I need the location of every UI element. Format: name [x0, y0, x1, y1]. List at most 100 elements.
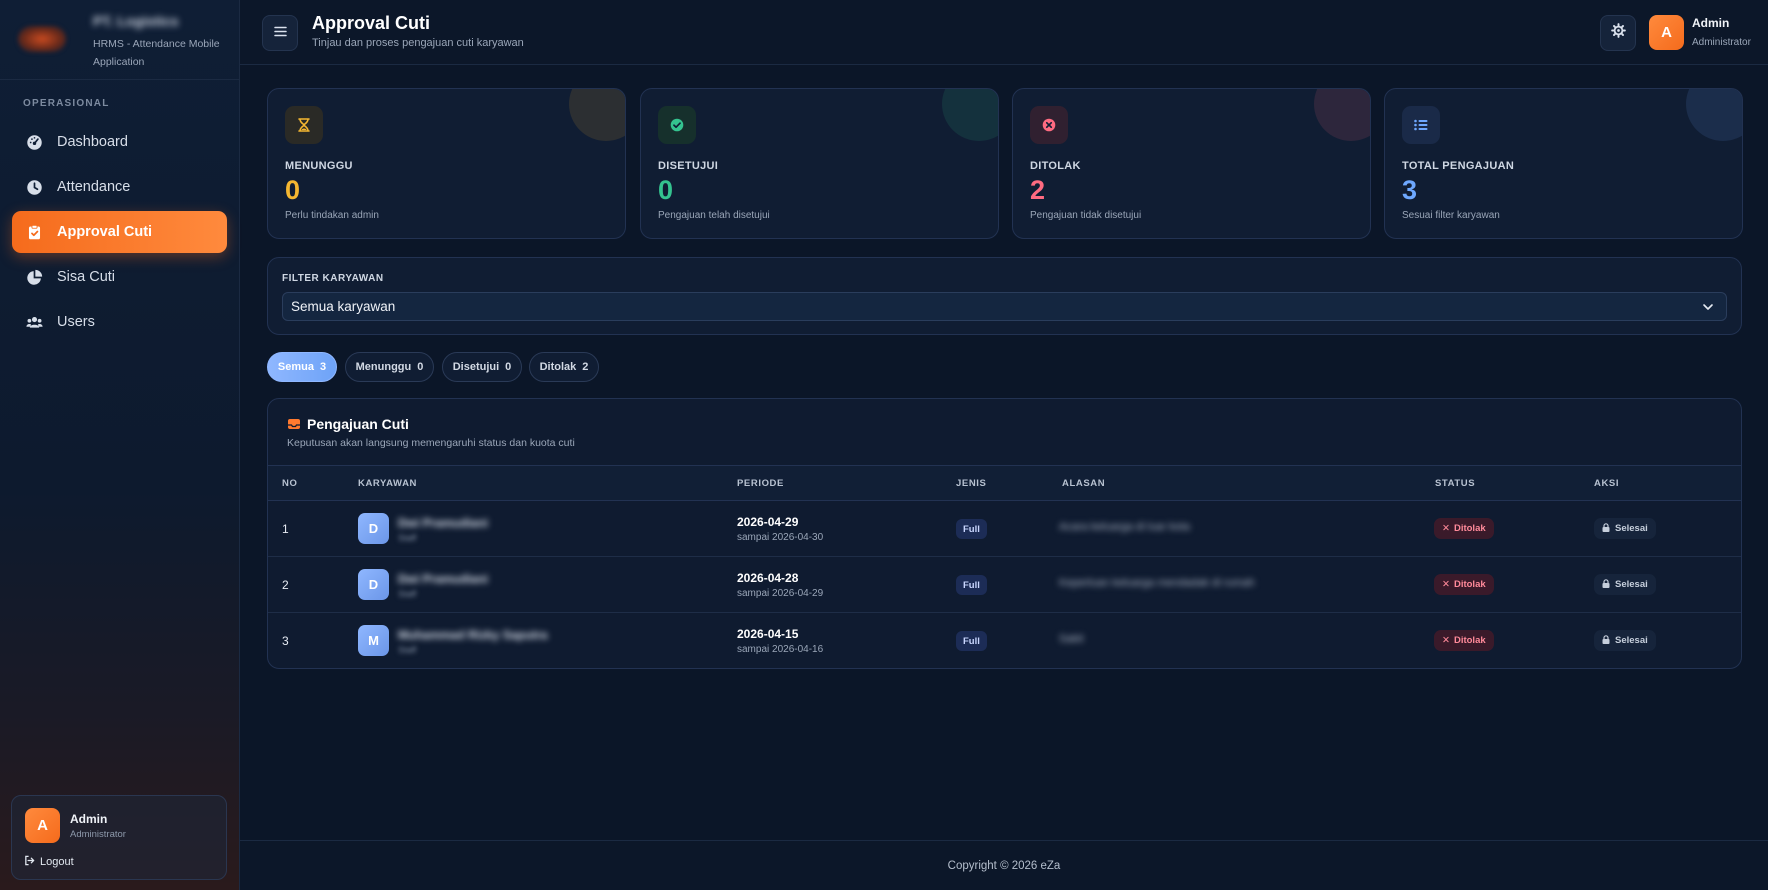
brand-subtitle: HRMS - Attendance Mobile Application — [93, 38, 220, 68]
settings-button[interactable] — [1600, 15, 1636, 51]
logout-icon — [24, 855, 35, 869]
clipboard-check-icon — [25, 223, 43, 241]
period-end: sampai 2026-04-30 — [737, 532, 824, 543]
sidebar: PT. Logistics HRMS - Attendance Mobile A… — [0, 0, 240, 890]
column-header: KARYAWAN — [358, 478, 417, 489]
tab-count: 3 — [319, 361, 327, 373]
brand: PT. Logistics HRMS - Attendance Mobile A… — [0, 0, 240, 80]
tab-count: 2 — [582, 361, 589, 373]
employee-avatar: D — [358, 513, 389, 544]
tab-semua[interactable]: Semua 3 — [267, 352, 337, 382]
sidebar-item-users[interactable]: Users — [12, 301, 227, 343]
status-badge: ✕ Ditolak — [1434, 518, 1494, 539]
status-label: Ditolak — [1453, 635, 1486, 646]
sidebar-item-label: Sisa Cuti — [57, 269, 116, 285]
employee-avatar: M — [358, 625, 389, 656]
logout-button[interactable]: Logout — [24, 855, 74, 869]
list-icon — [1402, 106, 1440, 144]
table-title: Pengajuan Cuti — [307, 416, 409, 432]
employee-filter-select[interactable]: Semua karyawan — [282, 292, 1727, 321]
stat-label: DITOLAK — [1030, 160, 1081, 172]
table-row: 1 D Dwi Pramudiani Staff 2026-04-29 samp… — [268, 501, 1741, 557]
clock-icon — [25, 178, 43, 196]
brand-logo — [18, 26, 66, 52]
leave-reason: Keperluan keluarga mendadak di rumah — [1059, 577, 1255, 589]
tab-label: Menunggu — [355, 361, 412, 373]
stat-card-total: TOTAL PENGAJUAN 3 Sesuai filter karyawan — [1384, 88, 1743, 239]
row-number: 3 — [282, 634, 289, 648]
tab-count: 0 — [417, 361, 424, 373]
sidebar-item-label: Dashboard — [57, 134, 128, 150]
sidebar-item-attendance[interactable]: Attendance — [12, 166, 227, 208]
action-done-badge: Selesai — [1594, 574, 1656, 595]
action-done-badge: Selesai — [1594, 630, 1656, 651]
table-header: Pengajuan Cuti Keputusan akan langsung m… — [268, 399, 1741, 466]
leave-type-badge: Full — [956, 575, 987, 595]
status-badge: ✕ Ditolak — [1434, 574, 1494, 595]
period-end: sampai 2026-04-16 — [737, 644, 824, 655]
dashboard-gauge-icon — [25, 133, 43, 151]
user-role: Administrator — [70, 829, 126, 840]
header-avatar[interactable]: A — [1649, 15, 1684, 50]
employee-role: Staff — [398, 533, 417, 543]
leave-type-badge: Full — [956, 519, 987, 539]
employee-name: Muhammad Rizky Saputra — [398, 628, 548, 642]
nav-section-label: OPERASIONAL — [23, 98, 110, 109]
card-decoration — [1686, 89, 1742, 141]
sidebar-item-dashboard[interactable]: Dashboard — [12, 121, 227, 163]
leave-reason: Acara keluarga di luar kota — [1059, 521, 1190, 533]
employee-role: Staff — [398, 589, 417, 599]
lock-icon — [1602, 578, 1610, 591]
sidebar-item-label: Users — [57, 314, 95, 330]
users-icon — [25, 313, 43, 331]
sidebar-item-sisa-cuti[interactable]: Sisa Cuti — [12, 256, 227, 298]
page-title: Approval Cuti — [312, 13, 431, 33]
status-label: Ditolak — [1453, 523, 1486, 534]
column-header: NO — [282, 478, 298, 489]
action-label: Selesai — [1615, 579, 1648, 590]
period-start: 2026-04-28 — [737, 571, 799, 585]
employee-name: Dwi Pramudiani — [398, 572, 489, 586]
leave-requests-table: Pengajuan Cuti Keputusan akan langsung m… — [267, 398, 1742, 669]
sidebar-item-approval-cuti[interactable]: Approval Cuti — [12, 211, 227, 253]
column-header: JENIS — [956, 478, 987, 489]
action-label: Selesai — [1615, 635, 1648, 646]
sidebar-user-card: A Admin Administrator Logout — [11, 795, 227, 880]
period-start: 2026-04-15 — [737, 627, 799, 641]
stat-label: MENUNGGU — [285, 160, 353, 172]
table-row: 3 M Muhammad Rizky Saputra Staff 2026-04… — [268, 613, 1741, 668]
employee-avatar: D — [358, 569, 389, 600]
copyright-text: Copyright © 2026 eZa — [947, 860, 1061, 872]
row-number: 2 — [282, 578, 289, 592]
stat-value: 0 — [285, 175, 301, 205]
logout-label: Logout — [40, 856, 74, 868]
tab-disetujui[interactable]: Disetujui 0 — [442, 352, 522, 382]
inbox-icon — [287, 417, 301, 431]
stat-card-disetujui: DISETUJUI 0 Pengajuan telah disetujui — [640, 88, 999, 239]
chevron-down-icon — [1702, 301, 1714, 313]
status-label: Ditolak — [1453, 579, 1486, 590]
filter-label: FILTER KARYAWAN — [282, 273, 384, 284]
tab-menunggu[interactable]: Menunggu 0 — [345, 352, 434, 382]
action-label: Selesai — [1615, 523, 1648, 534]
card-decoration — [569, 89, 625, 141]
avatar: A — [25, 808, 60, 843]
footer: Copyright © 2026 eZa — [240, 840, 1768, 890]
stat-value: 2 — [1030, 175, 1046, 205]
tab-ditolak[interactable]: Ditolak 2 — [529, 352, 599, 382]
tab-label: Semua — [277, 361, 314, 373]
leave-reason: Sakit — [1059, 633, 1084, 645]
tab-label: Ditolak — [539, 361, 577, 373]
hourglass-icon — [285, 106, 323, 144]
stat-description: Pengajuan tidak disetujui — [1030, 210, 1142, 221]
period-start: 2026-04-29 — [737, 515, 799, 529]
gear-icon — [1610, 23, 1626, 43]
column-header: STATUS — [1435, 478, 1476, 489]
stat-description: Perlu tindakan admin — [285, 210, 379, 221]
employee-filter: FILTER KARYAWAN Semua karyawan — [267, 257, 1742, 335]
check-circle-icon — [658, 106, 696, 144]
sidebar-item-label: Approval Cuti — [57, 224, 153, 240]
menu-toggle-button[interactable] — [262, 15, 298, 51]
stat-card-ditolak: DITOLAK 2 Pengajuan tidak disetujui — [1012, 88, 1371, 239]
action-done-badge: Selesai — [1594, 518, 1656, 539]
